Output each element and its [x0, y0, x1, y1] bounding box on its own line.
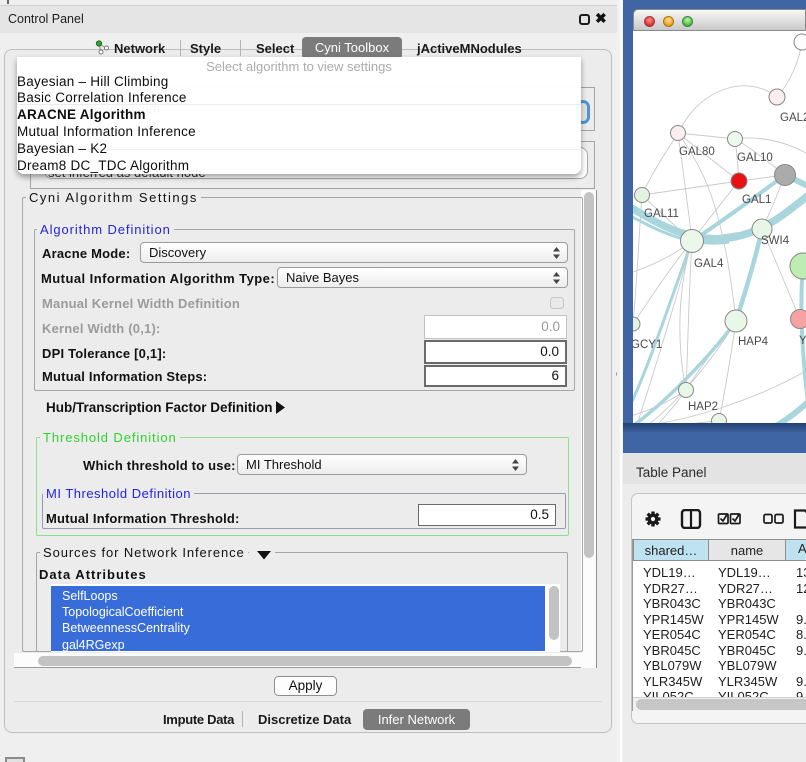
svg-text:HAP2: HAP2: [688, 401, 718, 413]
svg-text:GAL2: GAL2: [780, 112, 806, 124]
svg-text:GCY1: GCY1: [633, 339, 662, 351]
svg-text:GAL11: GAL11: [644, 208, 679, 220]
svg-text:HAP4: HAP4: [738, 336, 769, 348]
svg-text:GAL10: GAL10: [737, 152, 773, 164]
svg-text:Y: Y: [799, 335, 806, 347]
svg-text:GAL4: GAL4: [694, 258, 724, 270]
svg-text:GAL80: GAL80: [679, 146, 715, 158]
svg-text:SWI4: SWI4: [761, 235, 790, 247]
svg-text:GAL1: GAL1: [742, 194, 771, 206]
